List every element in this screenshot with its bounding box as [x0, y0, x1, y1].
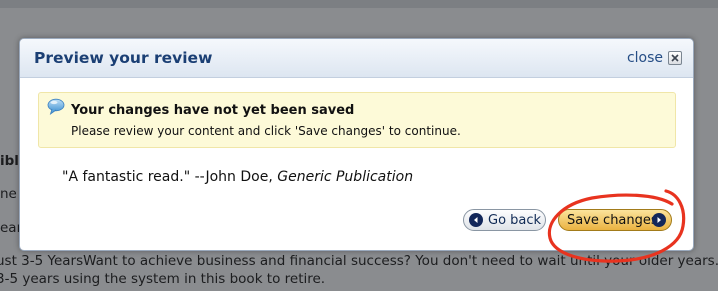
review-preview-text: "A fantastic read." --John Doe, Generic … [62, 169, 413, 185]
alert-title: Your changes have not yet been saved [71, 103, 355, 118]
review-quote: "A fantastic read." --John Doe, [62, 169, 278, 185]
dialog-title: Preview your review [34, 49, 213, 67]
left-arrow-icon [469, 213, 483, 227]
dialog-header: Preview your review close [20, 39, 693, 78]
close-link[interactable]: close [627, 50, 663, 66]
background-description: 3-5 years using the system in this book … [0, 271, 326, 287]
alert-message: Please review your content and click 'Sa… [71, 124, 461, 138]
speech-bubble-icon [47, 98, 65, 120]
review-publication: Generic Publication [277, 169, 414, 185]
annotation-circle [547, 189, 686, 263]
go-back-button[interactable]: Go back [463, 209, 546, 231]
unsaved-changes-alert: Your changes have not yet been saved Ple… [38, 92, 676, 148]
background-top-bar [0, 0, 718, 8]
close-icon[interactable] [668, 51, 682, 65]
background-fragment: ne [0, 186, 17, 202]
go-back-label: Go back [488, 213, 542, 228]
